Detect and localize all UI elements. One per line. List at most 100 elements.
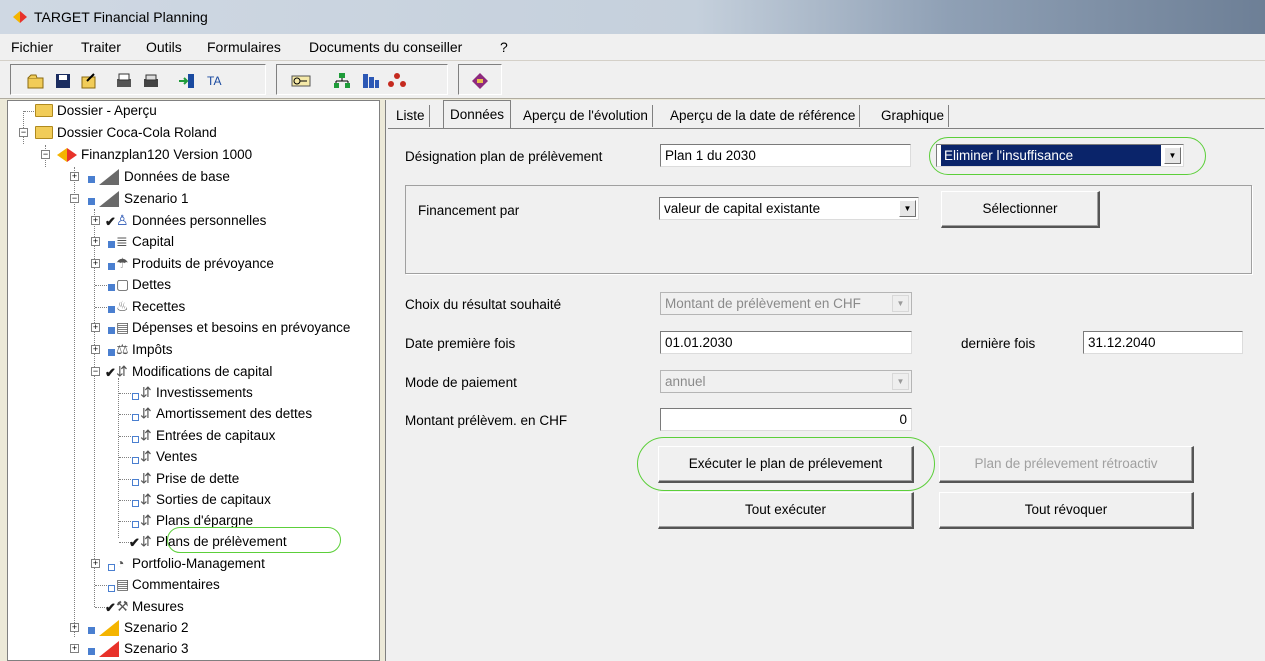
save-icon[interactable] xyxy=(53,71,73,91)
tree-item-dettes[interactable]: ▢ Dettes xyxy=(8,275,378,295)
people-icon[interactable] xyxy=(387,71,407,91)
chevron-down-icon[interactable]: ▼ xyxy=(892,295,909,312)
toolbar-group-tools xyxy=(276,64,448,95)
tree-item-dossier-apercu[interactable]: Dossier - Aperçu xyxy=(8,101,378,121)
tree-item-finanzplan[interactable]: − Finanzplan120 Version 1000 xyxy=(8,145,378,165)
tree-item-label: Portfolio-Management xyxy=(132,556,265,571)
financement-select[interactable]: valeur de capital existante ▼ xyxy=(659,197,919,220)
menu-formulaires[interactable]: Formulaires xyxy=(207,39,281,55)
print-preview-icon[interactable] xyxy=(114,71,134,91)
tree-item-impots[interactable]: + ⚖ Impôts xyxy=(8,340,378,360)
select-button[interactable]: Sélectionner xyxy=(941,191,1100,228)
expand-icon[interactable]: + xyxy=(91,216,100,225)
node-square-icon xyxy=(88,648,95,655)
tab-graphique[interactable]: Graphique xyxy=(877,105,950,127)
tree-item-commentaires[interactable]: ▤ Commentaires xyxy=(8,575,378,595)
tab-apercu-evolution[interactable]: Aperçu de l'évolution xyxy=(519,105,653,127)
menu-traiter[interactable]: Traiter xyxy=(81,39,121,55)
new-folder-icon[interactable] xyxy=(26,71,46,91)
expand-icon[interactable]: + xyxy=(91,237,100,246)
tree-item-sorties-capitaux[interactable]: ⇵ Sorties de capitaux xyxy=(8,490,378,510)
umbrella-icon: ☂ xyxy=(116,255,129,271)
derniere-fois-input[interactable]: 31.12.2040 xyxy=(1083,331,1243,354)
menu-outils[interactable]: Outils xyxy=(146,39,182,55)
tree-item-mesures[interactable]: ✔ ⚒ Mesures xyxy=(8,597,378,617)
execute-all-button[interactable]: Tout exécuter xyxy=(658,492,914,529)
revoke-all-button[interactable]: Tout révoquer xyxy=(939,492,1194,529)
retroactive-plan-button[interactable]: Plan de prélevement rétroactiv xyxy=(939,446,1194,483)
node-square-icon xyxy=(132,393,139,400)
tree-item-amortissement[interactable]: ⇵ Amortissement des dettes xyxy=(8,404,378,424)
highlight-ring xyxy=(929,137,1206,175)
node-square-icon xyxy=(108,263,115,270)
designation-input[interactable]: Plan 1 du 2030 xyxy=(660,144,911,167)
tree-item-capital[interactable]: + ≣ Capital xyxy=(8,232,378,252)
montant-value: 0 xyxy=(899,412,907,427)
tree-item-szenario-1[interactable]: − Szenario 1 xyxy=(8,189,378,209)
open-icon[interactable] xyxy=(79,71,99,91)
chevron-down-icon[interactable]: ▼ xyxy=(899,200,916,217)
import-icon[interactable] xyxy=(177,71,197,91)
tree-item-modifications-capital[interactable]: − ✔ ⇵ Modifications de capital xyxy=(8,362,378,382)
tree-item-donnees-de-base[interactable]: + Données de base xyxy=(8,167,378,187)
menu-fichier[interactable]: Fichier xyxy=(11,39,53,55)
chevron-down-icon[interactable]: ▼ xyxy=(892,373,909,390)
menu-help[interactable]: ? xyxy=(500,39,508,55)
date-premiere-label: Date première fois xyxy=(405,336,516,351)
tree-item-depenses[interactable]: + ▤ Dépenses et besoins en prévoyance xyxy=(8,318,378,338)
collapse-icon[interactable]: − xyxy=(41,150,50,159)
tree-item-produits-prevoyance[interactable]: + ☂ Produits de prévoyance xyxy=(8,254,378,274)
mode-paiement-select[interactable]: annuel ▼ xyxy=(660,370,912,393)
dossier-tree[interactable]: Dossier - Aperçu − Dossier Coca-Cola Rol… xyxy=(7,100,380,661)
tree-connector xyxy=(24,111,34,112)
tree-item-label: Produits de prévoyance xyxy=(132,256,274,271)
tree-item-label: Amortissement des dettes xyxy=(156,406,313,421)
org-chart-icon[interactable] xyxy=(361,71,381,91)
tab-liste[interactable]: Liste xyxy=(392,105,430,127)
financement-group: Financement par valeur de capital exista… xyxy=(405,185,1252,274)
node-square-icon xyxy=(132,500,139,507)
expand-icon[interactable]: + xyxy=(91,345,100,354)
expand-icon[interactable]: + xyxy=(70,644,79,653)
print-icon[interactable] xyxy=(141,71,161,91)
tree-item-entrees-capitaux[interactable]: ⇵ Entrées de capitaux xyxy=(8,426,378,446)
choix-select[interactable]: Montant de prélèvement en CHF ▼ xyxy=(660,292,912,315)
tree-item-dossier-coca-cola[interactable]: − Dossier Coca-Cola Roland xyxy=(8,123,378,143)
mode-paiement-value: annuel xyxy=(665,374,706,389)
book-icon[interactable] xyxy=(470,71,490,91)
montant-input[interactable]: 0 xyxy=(660,408,912,431)
tree-connector xyxy=(119,436,131,437)
tree-item-szenario-3[interactable]: + Szenario 3 xyxy=(8,639,378,659)
tree-connector xyxy=(95,285,107,286)
folder-icon xyxy=(35,104,53,117)
tab-content-donnees: Désignation plan de prélèvement Plan 1 d… xyxy=(388,128,1264,661)
collapse-icon[interactable]: − xyxy=(70,194,79,203)
expand-icon[interactable]: + xyxy=(91,323,100,332)
folder-icon xyxy=(35,126,53,139)
tree-item-prise-de-dette[interactable]: ⇵ Prise de dette xyxy=(8,469,378,489)
tab-donnees[interactable]: Données xyxy=(443,100,512,128)
tree-item-label: Investissements xyxy=(156,385,253,400)
tree-item-donnees-personnelles[interactable]: + ✔ ♙ Données personnelles xyxy=(8,211,378,231)
date-premiere-input[interactable]: 01.01.2030 xyxy=(660,331,912,354)
expand-icon[interactable]: + xyxy=(70,623,79,632)
expand-icon[interactable]: + xyxy=(91,259,100,268)
tree-item-szenario-2[interactable]: + Szenario 2 xyxy=(8,618,378,638)
toolbar-group-file: TA xyxy=(10,64,266,95)
tree-item-investissements[interactable]: ⇵ Investissements xyxy=(8,383,378,403)
text-icon[interactable]: TA xyxy=(205,71,225,91)
collapse-icon[interactable]: − xyxy=(19,128,28,137)
node-square-icon xyxy=(88,198,95,205)
key-icon[interactable] xyxy=(291,71,311,91)
menu-documents-conseiller[interactable]: Documents du conseiller xyxy=(309,39,462,55)
tree-item-portfolio[interactable]: + ◔ Portfolio-Management xyxy=(8,554,378,574)
tab-apercu-date-reference[interactable]: Aperçu de la date de référence xyxy=(666,105,861,127)
collapse-icon[interactable]: − xyxy=(91,367,100,376)
expand-icon[interactable]: + xyxy=(91,559,100,568)
expand-icon[interactable]: + xyxy=(70,172,79,181)
org-tree-icon[interactable] xyxy=(332,71,352,91)
tree-item-ventes[interactable]: ⇵ Ventes xyxy=(8,447,378,467)
tree-item-recettes[interactable]: ♨ Recettes xyxy=(8,297,378,317)
node-square-icon xyxy=(132,479,139,486)
node-square-icon xyxy=(108,284,115,291)
